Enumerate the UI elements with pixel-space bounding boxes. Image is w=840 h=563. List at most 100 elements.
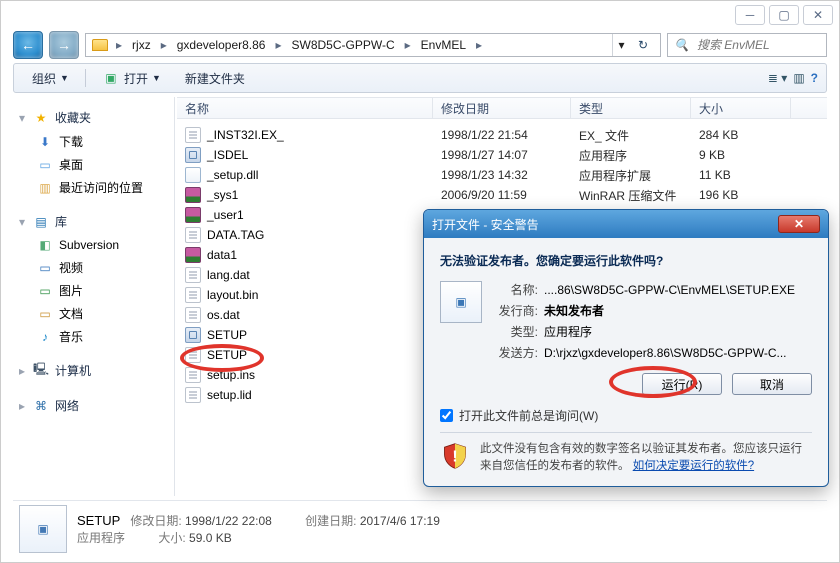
subversion-icon: ◧ <box>37 237 53 253</box>
chevron-down-icon: ▼ <box>60 73 69 83</box>
file-row[interactable]: _sys12006/9/20 11:59WinRAR 压缩文件196 KB <box>177 185 827 205</box>
help-icon[interactable]: ? <box>811 71 818 85</box>
computer-group[interactable]: ▸ 🖳 计算机 <box>15 360 174 383</box>
footer-link[interactable]: 如何决定要运行的软件? <box>633 460 754 472</box>
details-subtitle: 应用程序 <box>77 531 125 545</box>
file-row[interactable]: _INST32I.EX_1998/1/22 21:54EX_ 文件284 KB <box>177 125 827 145</box>
favorites-group[interactable]: ▾ ★ 收藏夹 <box>15 107 174 130</box>
sidebar-item-music[interactable]: ♪音乐 <box>15 325 174 348</box>
details-pane: ▣ SETUP 修改日期: 1998/1/22 22:08 创建日期: 2017… <box>13 500 827 556</box>
breadcrumb[interactable]: ▸ rjxz ▸ gxdeveloper8.86 ▸ SW8D5C-GPPW-C… <box>85 33 661 57</box>
file-icon <box>185 387 201 403</box>
always-ask-label: 打开此文件前总是询问(W) <box>459 407 598 424</box>
dlg-pub-label: 发行商: <box>494 302 544 319</box>
close-button[interactable]: ✕ <box>803 5 833 25</box>
chevron-right-icon: ▸ <box>114 38 124 52</box>
file-name: _user1 <box>207 208 244 222</box>
details-size-value: 59.0 KB <box>189 531 232 545</box>
file-icon <box>185 127 201 143</box>
address-dropdown[interactable]: ▾ <box>612 34 630 56</box>
sidebar-item-downloads[interactable]: ⬇下载 <box>15 130 174 153</box>
back-button[interactable]: ← <box>13 31 43 59</box>
column-date[interactable]: 修改日期 <box>433 98 571 118</box>
network-label: 网络 <box>55 397 79 414</box>
dlg-type-label: 类型: <box>494 323 544 340</box>
new-folder-button[interactable]: 新建文件夹 <box>175 67 255 90</box>
column-headers: 名称 修改日期 类型 大小 <box>177 97 827 119</box>
file-name: os.dat <box>207 308 240 322</box>
column-name[interactable]: 名称 <box>177 98 433 118</box>
network-icon: ⌘ <box>33 398 49 414</box>
file-icon <box>185 167 201 183</box>
details-create-label: 创建日期: <box>305 514 356 528</box>
maximize-button[interactable]: ▢ <box>769 5 799 25</box>
computer-label: 计算机 <box>55 362 91 379</box>
sidebar-item-videos[interactable]: ▭视频 <box>15 256 174 279</box>
file-icon <box>185 327 201 343</box>
organize-menu[interactable]: 组织 ▼ <box>22 67 79 90</box>
sidebar-item-recent[interactable]: ▥最近访问的位置 <box>15 176 174 199</box>
run-button[interactable]: 运行(R) <box>642 373 722 395</box>
music-icon: ♪ <box>37 329 53 345</box>
file-icon <box>185 247 201 263</box>
file-row[interactable]: _ISDEL1998/1/27 14:07应用程序9 KB <box>177 145 827 165</box>
libraries-group[interactable]: ▾ ▤ 库 <box>15 211 174 234</box>
dlg-pub-value: 未知发布者 <box>544 302 812 319</box>
breadcrumb-item[interactable]: rjxz <box>126 34 157 56</box>
sidebar-item-pictures[interactable]: ▭ 图片 <box>15 279 174 302</box>
file-date: 1998/1/23 14:32 <box>433 168 571 182</box>
favorites-label: 收藏夹 <box>55 109 91 126</box>
search-icon: 🔍 <box>674 38 689 52</box>
view-icon[interactable]: ≣ ▾ <box>768 71 787 85</box>
file-size: 9 KB <box>691 148 791 162</box>
open-button[interactable]: ▣ 打开 ▼ <box>92 66 171 90</box>
forward-button[interactable]: → <box>49 31 79 59</box>
separator <box>440 432 812 433</box>
separator <box>85 69 86 87</box>
file-icon <box>185 367 201 383</box>
file-icon <box>185 227 201 243</box>
app-icon: ▣ <box>440 281 482 323</box>
always-ask-checkbox[interactable]: 打开此文件前总是询问(W) <box>440 407 812 424</box>
file-size: 284 KB <box>691 128 791 142</box>
breadcrumb-item[interactable]: EnvMEL <box>415 34 472 56</box>
chevron-down-icon: ▼ <box>152 73 161 83</box>
file-name: _sys1 <box>207 188 238 202</box>
navigation-pane: ▾ ★ 收藏夹 ⬇下载 ▭桌面 ▥最近访问的位置 ▾ ▤ 库 ◧Subversi… <box>13 97 175 496</box>
preview-pane-icon[interactable]: ▥ <box>793 71 804 85</box>
nav-label: 图片 <box>59 282 83 299</box>
sidebar-item-desktop[interactable]: ▭桌面 <box>15 153 174 176</box>
open-icon: ▣ <box>102 69 120 87</box>
file-row[interactable]: _setup.dll1998/1/23 14:32应用程序扩展11 KB <box>177 165 827 185</box>
sidebar-item-subversion[interactable]: ◧Subversion <box>15 234 174 256</box>
details-title: SETUP <box>77 513 120 528</box>
refresh-icon[interactable]: ↻ <box>632 34 654 56</box>
minimize-button[interactable]: ─ <box>735 5 765 25</box>
dialog-warning: 无法验证发布者。您确定要运行此软件吗? <box>440 252 812 269</box>
file-name: SETUP <box>207 348 247 362</box>
network-group[interactable]: ▸ ⌘ 网络 <box>15 395 174 418</box>
breadcrumb-item[interactable]: gxdeveloper8.86 <box>171 34 272 56</box>
cancel-button[interactable]: 取消 <box>732 373 812 395</box>
libraries-label: 库 <box>55 213 67 230</box>
breadcrumb-item[interactable]: SW8D5C-GPPW-C <box>286 34 401 56</box>
svg-text:!: ! <box>452 448 457 465</box>
file-icon <box>185 147 201 163</box>
search-field[interactable] <box>695 37 840 53</box>
file-icon <box>185 187 201 203</box>
chevron-right-icon: ▸ <box>403 38 413 52</box>
file-icon <box>185 267 201 283</box>
shield-icon: ! <box>440 441 470 471</box>
picture-icon: ▭ <box>37 283 53 299</box>
computer-icon: 🖳 <box>33 363 49 379</box>
dialog-close-button[interactable]: ✕ <box>778 215 820 233</box>
library-icon: ▤ <box>33 214 49 230</box>
search-input[interactable]: 🔍 <box>667 33 827 57</box>
column-type[interactable]: 类型 <box>571 98 691 118</box>
folder-icon <box>92 39 108 51</box>
always-ask-input[interactable] <box>440 409 453 422</box>
sidebar-item-documents[interactable]: ▭文档 <box>15 302 174 325</box>
dialog-footer-text: 此文件没有包含有效的数字签名以验证其发布者。您应该只运行来自您信任的发布者的软件… <box>480 441 812 474</box>
nav-label: 视频 <box>59 259 83 276</box>
column-size[interactable]: 大小 <box>691 98 791 118</box>
